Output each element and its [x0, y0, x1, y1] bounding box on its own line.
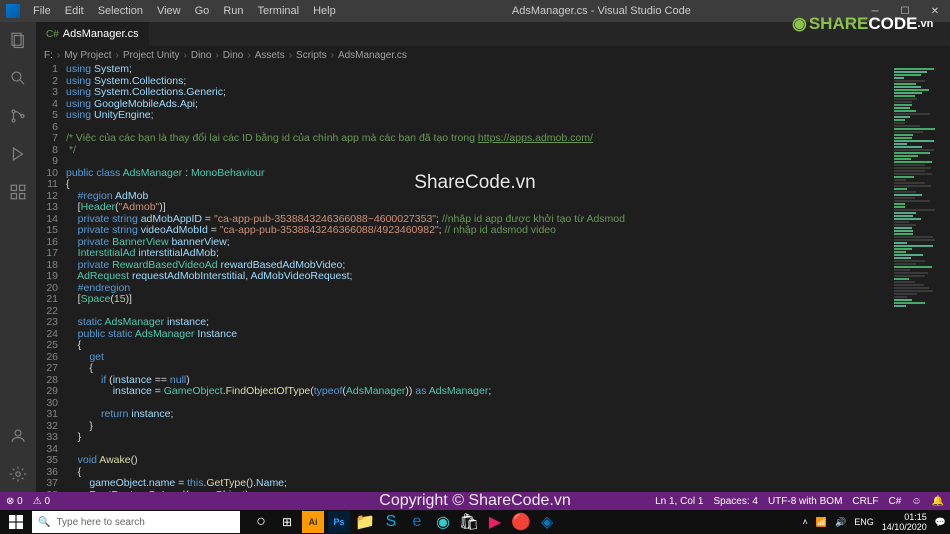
- menu-file[interactable]: File: [26, 5, 58, 17]
- code-editor[interactable]: 1234567891011121314151617181920212223242…: [36, 64, 950, 492]
- tab-adsmanager[interactable]: C# AdsManager.cs: [36, 22, 149, 46]
- code-lines[interactable]: using System;using System.Collections;us…: [66, 64, 890, 492]
- extensions-icon[interactable]: [8, 182, 28, 202]
- breadcrumb-segment[interactable]: Scripts: [296, 50, 327, 61]
- taskbar-apps: ○ ⊞ Ai Ps 📁 S e ◉ 🛍 ▶ 🔴 ◈: [250, 510, 558, 534]
- taskview-icon[interactable]: ⊞: [276, 511, 298, 533]
- edge-icon[interactable]: e: [406, 511, 428, 533]
- start-button[interactable]: [0, 510, 32, 534]
- tray-lang[interactable]: ENG: [854, 517, 874, 527]
- status-warnings[interactable]: ⚠ 0: [33, 496, 50, 507]
- tab-label: AdsManager.cs: [63, 28, 139, 40]
- system-tray: ˄ 📶 🔊 ENG 01:15 14/10/2020 💬: [803, 512, 950, 532]
- cortana-icon[interactable]: ○: [250, 511, 272, 533]
- skype-icon[interactable]: S: [380, 511, 402, 533]
- breadcrumb-segment[interactable]: AdsManager.cs: [338, 50, 407, 61]
- breadcrumb-segment[interactable]: Assets: [255, 50, 285, 61]
- menu-bar: FileEditSelectionViewGoRunTerminalHelp: [26, 5, 343, 17]
- search-icon: 🔍: [38, 517, 50, 528]
- minimap[interactable]: [890, 64, 950, 492]
- illustrator-icon[interactable]: Ai: [302, 511, 324, 533]
- status-bar: ⊗ 0 ⚠ 0 Ln 1, Col 1 Spaces: 4 UTF-8 with…: [0, 492, 950, 510]
- status-encoding[interactable]: UTF-8 with BOM: [768, 496, 842, 507]
- csharp-file-icon: C#: [46, 29, 59, 40]
- tray-chevron-icon[interactable]: ˄: [803, 517, 808, 527]
- edge-new-icon[interactable]: ◉: [432, 511, 454, 533]
- menu-help[interactable]: Help: [306, 5, 343, 17]
- status-lncol[interactable]: Ln 1, Col 1: [655, 496, 703, 507]
- editor-area: C# AdsManager.cs F:›My Project›Project U…: [36, 22, 950, 492]
- search-placeholder: Type here to search: [56, 517, 144, 528]
- breadcrumb-segment[interactable]: My Project: [64, 50, 111, 61]
- tray-network-icon[interactable]: 📶: [816, 517, 827, 528]
- menu-edit[interactable]: Edit: [58, 5, 91, 17]
- vscode-task-icon[interactable]: ◈: [536, 511, 558, 533]
- chrome-icon[interactable]: 🔴: [510, 511, 532, 533]
- status-errors[interactable]: ⊗ 0: [6, 496, 23, 507]
- status-spaces[interactable]: Spaces: 4: [713, 496, 757, 507]
- taskbar-search[interactable]: 🔍 Type here to search: [32, 511, 240, 533]
- photoshop-icon[interactable]: Ps: [328, 511, 350, 533]
- account-icon[interactable]: [8, 426, 28, 446]
- tray-clock[interactable]: 01:15 14/10/2020: [882, 512, 927, 532]
- status-feedback-icon[interactable]: ☺: [911, 496, 921, 507]
- status-eol[interactable]: CRLF: [852, 496, 878, 507]
- windows-taskbar: 🔍 Type here to search ○ ⊞ Ai Ps 📁 S e ◉ …: [0, 510, 950, 534]
- vscode-logo-icon: [6, 4, 20, 18]
- menu-view[interactable]: View: [150, 5, 188, 17]
- watermark-logo: ◉ SHARECODE.vn: [792, 12, 942, 36]
- menu-terminal[interactable]: Terminal: [251, 5, 307, 17]
- folder-icon[interactable]: 📁: [354, 511, 376, 533]
- menu-selection[interactable]: Selection: [91, 5, 150, 17]
- movies-icon[interactable]: ▶: [484, 511, 506, 533]
- tray-notifications-icon[interactable]: 💬: [935, 517, 946, 528]
- menu-run[interactable]: Run: [216, 5, 250, 17]
- settings-icon[interactable]: [8, 464, 28, 484]
- tray-volume-icon[interactable]: 🔊: [835, 517, 846, 528]
- menu-go[interactable]: Go: [188, 5, 217, 17]
- breadcrumbs[interactable]: F:›My Project›Project Unity›Dino›Dino›As…: [36, 46, 950, 64]
- source-control-icon[interactable]: [8, 106, 28, 126]
- window-title: AdsManager.cs - Visual Studio Code: [343, 5, 860, 17]
- breadcrumb-segment[interactable]: Dino: [223, 50, 244, 61]
- search-icon[interactable]: [8, 68, 28, 88]
- breadcrumb-segment[interactable]: Project Unity: [123, 50, 180, 61]
- explorer-icon[interactable]: [8, 30, 28, 50]
- breadcrumb-segment[interactable]: Dino: [191, 50, 212, 61]
- status-lang[interactable]: C#: [889, 496, 902, 507]
- breadcrumb-segment[interactable]: F:: [44, 50, 53, 61]
- store-icon[interactable]: 🛍: [458, 511, 480, 533]
- activity-bar: [0, 22, 36, 492]
- run-debug-icon[interactable]: [8, 144, 28, 164]
- line-numbers: 1234567891011121314151617181920212223242…: [36, 64, 66, 492]
- status-bell-icon[interactable]: 🔔: [932, 496, 944, 507]
